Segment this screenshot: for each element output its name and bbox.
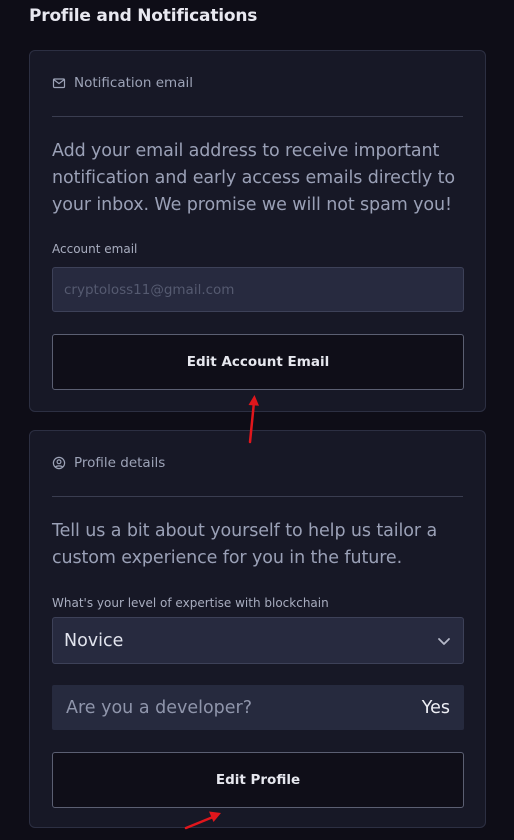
notification-email-header: Notification email: [52, 75, 463, 91]
developer-answer[interactable]: Yes: [422, 698, 450, 718]
divider: [52, 496, 463, 497]
chevron-down-icon: [436, 633, 452, 649]
profile-details-description: Tell us a bit about yourself to help us …: [52, 521, 438, 568]
expertise-label: What's your level of expertise with bloc…: [52, 596, 329, 610]
edit-account-email-button[interactable]: Edit Account Email: [52, 334, 464, 390]
profile-details-title: Profile details: [74, 455, 166, 471]
divider: [52, 116, 463, 117]
mail-icon: [52, 76, 66, 90]
expertise-selected-value: Novice: [64, 630, 124, 651]
developer-question: Are you a developer?: [66, 697, 253, 718]
edit-profile-button[interactable]: Edit Profile: [52, 752, 464, 808]
profile-notifications-page: Profile and Notifications Notification e…: [0, 0, 514, 840]
profile-details-header: Profile details: [52, 455, 463, 471]
user-circle-icon: [52, 456, 66, 470]
annotation-arrow-icon: [248, 395, 259, 444]
annotation-arrow-icon: [184, 811, 221, 830]
account-email-label: Account email: [52, 242, 138, 256]
developer-row: Are you a developer? Yes: [52, 685, 464, 730]
page-title: Profile and Notifications: [29, 6, 258, 26]
notification-email-description: Add your email address to receive import…: [52, 141, 455, 215]
expertise-select[interactable]: Novice: [52, 617, 464, 664]
account-email-input[interactable]: cryptoloss11@gmail.com: [52, 267, 464, 312]
profile-details-card: Profile details Tell us a bit about your…: [29, 430, 486, 828]
notification-email-title: Notification email: [74, 75, 193, 91]
notification-email-card: Notification email Add your email addres…: [29, 50, 486, 412]
